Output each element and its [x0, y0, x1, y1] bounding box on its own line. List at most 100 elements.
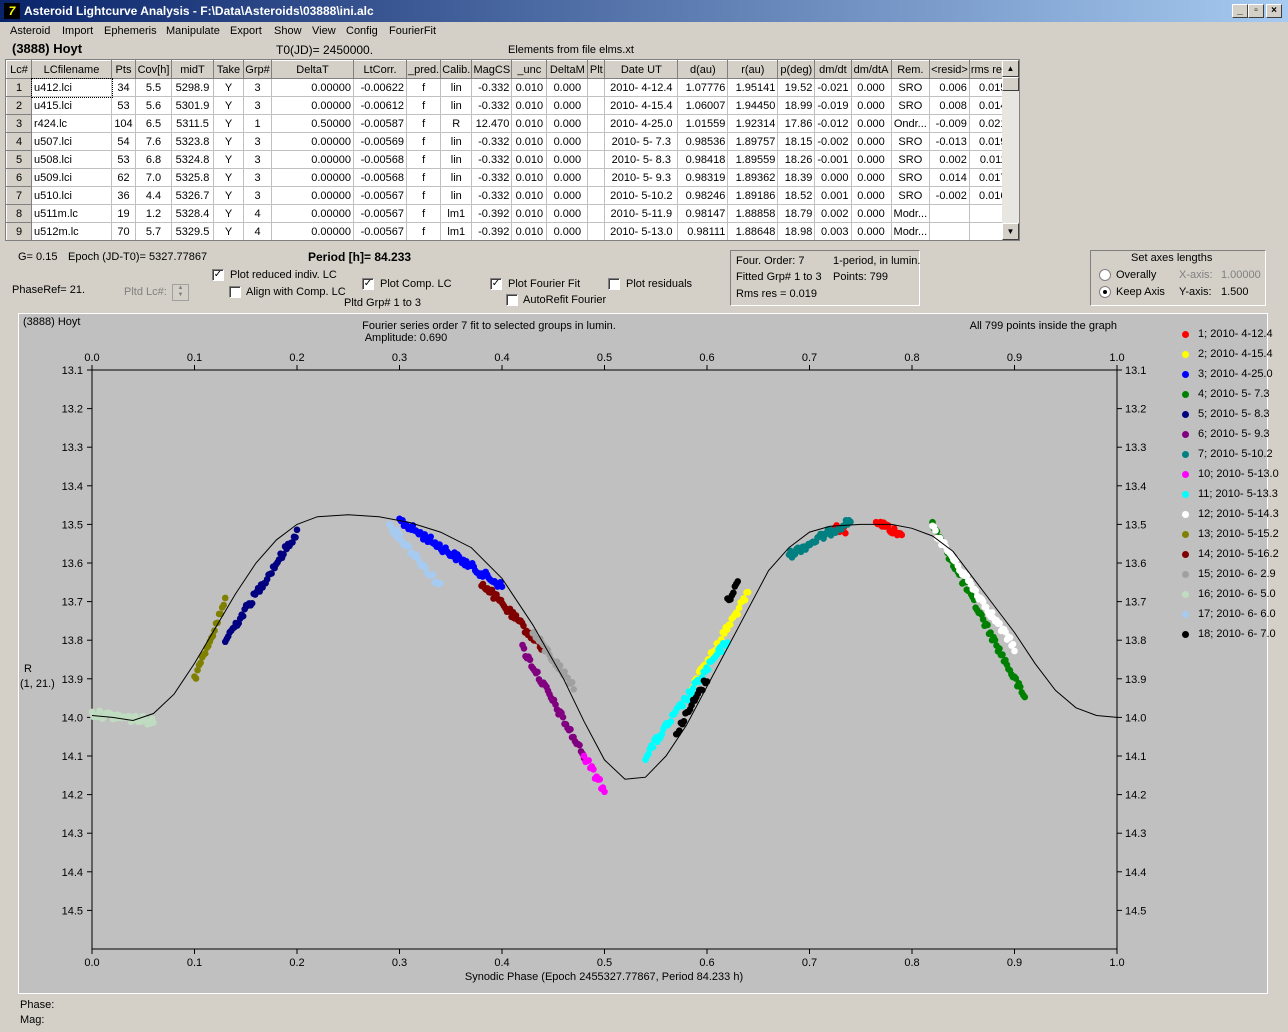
table-cell[interactable]: 1.92314 [727, 114, 779, 133]
column-header[interactable]: Lc# [6, 60, 32, 79]
close-button[interactable]: × [1266, 4, 1282, 18]
table-cell[interactable] [587, 78, 606, 97]
column-header[interactable]: r(au) [727, 60, 779, 79]
table-cell[interactable]: -0.332 [471, 132, 513, 151]
table-cell[interactable] [587, 150, 606, 169]
menu-fourierfit[interactable]: FourierFit [389, 22, 436, 40]
column-header[interactable]: Take [213, 60, 244, 79]
table-cell[interactable]: f [406, 186, 442, 205]
table-cell[interactable]: lin [440, 132, 473, 151]
table-cell[interactable] [587, 114, 606, 133]
table-cell[interactable]: SRO [891, 150, 931, 169]
align-checkbox[interactable] [229, 286, 241, 298]
table-cell[interactable]: u412.lci [30, 77, 113, 98]
table-cell[interactable]: 0.00000 [271, 150, 354, 169]
table-cell[interactable]: 0.50000 [271, 114, 354, 133]
table-cell[interactable]: 0.98319 [677, 168, 729, 187]
table-cell[interactable]: -0.00568 [353, 150, 407, 169]
table-cell[interactable]: -0.019 [814, 96, 852, 115]
keep-axis-radio[interactable] [1099, 286, 1111, 298]
table-cell[interactable]: lin [440, 150, 473, 169]
table-cell[interactable]: 0.00000 [271, 132, 354, 151]
table-cell[interactable]: 0.010 [511, 168, 548, 187]
row-header[interactable]: 4 [6, 132, 32, 151]
pltd-lc-spinner[interactable]: ▲ ▼ [172, 284, 189, 301]
plot-comp-checkbox[interactable]: ✓ [362, 278, 374, 290]
table-cell[interactable]: Y [213, 114, 244, 133]
table-cell[interactable]: 0.00000 [271, 204, 354, 223]
row-header[interactable]: 5 [6, 150, 32, 169]
table-cell[interactable]: 1.07776 [677, 78, 729, 97]
table-cell[interactable]: 0.008 [929, 96, 970, 115]
lightcurve-plot[interactable]: 0.0 0.0 0.1 0.1 0.2 0.2 0.3 0.3 0.4 0.4 0.5 0.5 0.6 0… [18, 313, 1279, 994]
table-cell[interactable]: 0.010 [511, 150, 548, 169]
table-cell[interactable]: u415.lci [31, 96, 112, 115]
table-cell[interactable]: 0.003 [814, 222, 852, 240]
table-cell[interactable]: 18.52 [777, 186, 816, 205]
table-cell[interactable]: -0.332 [471, 78, 513, 97]
table-cell[interactable]: Y [213, 132, 244, 151]
column-header[interactable]: MagCS [471, 60, 513, 79]
table-cell[interactable]: 53 [111, 96, 136, 115]
table-cell[interactable] [929, 222, 970, 240]
lightcurve-table[interactable]: Lc# LCfilename Pts Cov[h] midT Take Grp# DeltaT… [5, 59, 1020, 241]
table-cell[interactable]: 3 [243, 186, 272, 205]
table-cell[interactable]: 0.000 [546, 78, 589, 97]
table-cell[interactable]: -0.00567 [353, 186, 407, 205]
table-cell[interactable]: 36 [111, 186, 136, 205]
table-cell[interactable]: 0.000 [546, 222, 589, 240]
table-cell[interactable]: 2010- 4-25.0 [604, 114, 679, 133]
table-cell[interactable]: lin [440, 78, 473, 97]
menu-ephemeris[interactable]: Ephemeris [104, 22, 157, 40]
table-cell[interactable]: 0.000 [851, 96, 892, 115]
table-cell[interactable]: f [406, 222, 442, 240]
table-cell[interactable]: lm1 [440, 222, 473, 240]
table-cell[interactable]: 1 [243, 114, 272, 133]
table-cell[interactable]: -0.332 [471, 150, 513, 169]
table-cell[interactable]: R [440, 114, 473, 133]
plot-reduced-checkbox[interactable]: ✓ [212, 269, 224, 281]
table-cell[interactable]: 0.00000 [271, 222, 354, 240]
table-cell[interactable]: 0.000 [546, 204, 589, 223]
table-cell[interactable]: 5324.8 [171, 150, 214, 169]
table-cell[interactable]: 6.8 [135, 150, 172, 169]
minimize-button[interactable]: _ [1232, 4, 1248, 18]
table-row[interactable]: 4 u507.lci 54 7.6 5323.8 Y 3 0.00000 -0.00569 f li… [6, 132, 1010, 151]
table-cell[interactable]: f [406, 204, 442, 223]
table-cell[interactable]: 12.470 [471, 114, 513, 133]
scroll-thumb[interactable] [1002, 77, 1019, 91]
table-cell[interactable]: lm1 [440, 204, 473, 223]
table-cell[interactable]: 3 [243, 168, 272, 187]
table-cell[interactable]: -0.332 [471, 96, 513, 115]
table-row[interactable]: 2 u415.lci 53 5.6 5301.9 Y 3 0.00000 -0.00612 f li… [6, 96, 1010, 115]
table-cell[interactable]: 1.88858 [727, 204, 779, 223]
table-cell[interactable]: 5298.9 [171, 78, 214, 97]
table-cell[interactable]: 0.000 [546, 132, 589, 151]
table-cell[interactable]: f [406, 150, 442, 169]
table-cell[interactable]: 19 [111, 204, 136, 223]
table-cell[interactable]: 5329.5 [171, 222, 214, 240]
table-cell[interactable]: 0.000 [851, 132, 892, 151]
column-header[interactable]: Calib. [440, 60, 473, 79]
table-row[interactable]: 3 r424.lc 104 6.5 5311.5 Y 1 0.50000 -0.00587 f R 1… [6, 114, 1010, 133]
table-cell[interactable]: 0.010 [511, 186, 548, 205]
table-cell[interactable]: 0.98418 [677, 150, 729, 169]
table-cell[interactable]: 0.00000 [271, 78, 354, 97]
table-cell[interactable]: f [406, 78, 442, 97]
table-cell[interactable]: 6.5 [135, 114, 172, 133]
table-cell[interactable]: 7.6 [135, 132, 172, 151]
table-cell[interactable]: -0.002 [929, 186, 970, 205]
table-cell[interactable]: 0.002 [929, 150, 970, 169]
table-cell[interactable]: 104 [111, 114, 136, 133]
column-header[interactable]: LCfilename [31, 60, 112, 79]
table-cell[interactable]: SRO [891, 96, 931, 115]
table-cell[interactable]: -0.332 [471, 168, 513, 187]
table-cell[interactable]: 1.89362 [727, 168, 779, 187]
table-cell[interactable]: 0.000 [851, 78, 892, 97]
table-cell[interactable]: 5323.8 [171, 132, 214, 151]
table-cell[interactable]: 4 [243, 222, 272, 240]
table-cell[interactable] [587, 96, 606, 115]
table-cell[interactable] [587, 132, 606, 151]
row-header[interactable]: 8 [6, 204, 32, 223]
table-cell[interactable]: -0.012 [814, 114, 852, 133]
